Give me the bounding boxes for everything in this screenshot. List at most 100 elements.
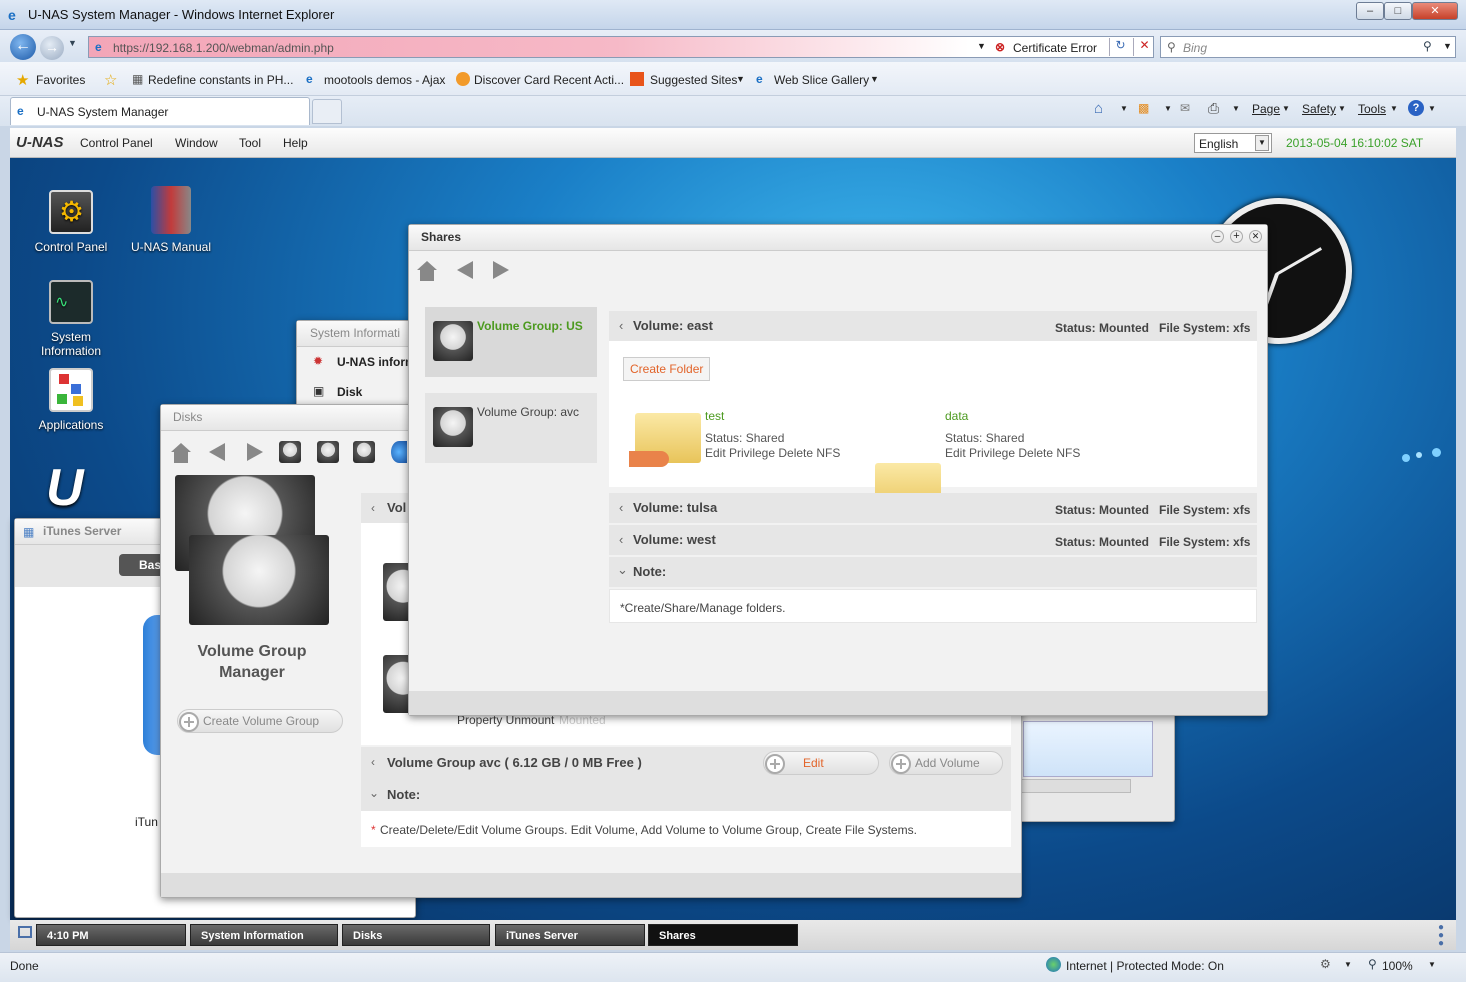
home-icon[interactable] xyxy=(171,443,191,463)
disk-icon[interactable] xyxy=(353,441,375,463)
minimize-icon[interactable]: – xyxy=(1211,230,1224,243)
search-icon[interactable]: ⚲ xyxy=(1423,39,1432,53)
tab-unas[interactable]: e U-NAS System Manager xyxy=(10,97,310,125)
url-field[interactable]: e https://192.168.1.200/webman/admin.php… xyxy=(88,36,1154,58)
security-zone[interactable]: Internet | Protected Mode: On xyxy=(1066,959,1224,973)
maximize-icon[interactable]: + xyxy=(1230,230,1243,243)
disk-icon[interactable] xyxy=(279,441,301,463)
volume-tulsa-row[interactable]: ‹ Volume: tulsa Status: Mounted File Sys… xyxy=(609,493,1257,523)
zoom-level[interactable]: 100% xyxy=(1382,959,1413,973)
fav-item-redefine[interactable]: Redefine constants in PH... xyxy=(148,73,293,87)
search-field[interactable]: ⚲ Bing ⚲ ▼ xyxy=(1160,36,1456,58)
chevron-down-icon: ⌄ xyxy=(369,786,380,800)
help-icon[interactable]: ? xyxy=(1408,100,1424,116)
disk-icon[interactable] xyxy=(317,441,339,463)
fav-item-mootools[interactable]: mootools demos - Ajax xyxy=(324,73,445,87)
page-menu[interactable]: Page xyxy=(1252,102,1280,116)
language-select[interactable]: English ▼ xyxy=(1194,133,1272,153)
chevron-down-icon: ▼ xyxy=(1338,104,1346,113)
chevron-down-icon[interactable]: ▼ xyxy=(1428,960,1436,969)
folder-name[interactable]: test xyxy=(705,409,724,423)
forward-icon[interactable] xyxy=(247,443,263,461)
taskbar-disks[interactable]: Disks xyxy=(342,924,490,946)
menu-help[interactable]: Help xyxy=(283,136,308,150)
desktop-icon-system-information[interactable]: ∿ System Information xyxy=(26,280,116,358)
chevron-down-icon[interactable]: ▼ xyxy=(870,74,879,84)
close-window-button[interactable]: ✕ xyxy=(1412,2,1458,20)
url-text: https://192.168.1.200/webman/admin.php xyxy=(113,41,334,55)
volume-group-avc-item[interactable]: Volume Group: avc xyxy=(425,393,597,463)
folder-name[interactable]: data xyxy=(945,409,968,423)
close-icon[interactable]: ✕ xyxy=(1249,230,1262,243)
shares-note-row[interactable]: ⌄ Note: xyxy=(609,557,1257,587)
globe-icon[interactable] xyxy=(391,441,407,463)
menu-tool[interactable]: Tool xyxy=(239,136,261,150)
chevron-down-icon[interactable]: ▼ xyxy=(736,74,745,84)
taskbar-system-information[interactable]: System Information xyxy=(190,924,338,946)
forward-button[interactable]: → xyxy=(40,36,64,60)
volume-group-manager-art xyxy=(169,475,355,635)
menu-control-panel[interactable]: Control Panel xyxy=(80,136,153,150)
folder-icon[interactable] xyxy=(629,413,701,467)
forward-icon[interactable] xyxy=(493,261,509,279)
url-dropdown-icon[interactable]: ▼ xyxy=(977,41,986,51)
volume-east-row[interactable]: ‹ Volume: east Status: Mounted File Syst… xyxy=(609,311,1257,341)
stop-icon[interactable]: ✕ xyxy=(1133,38,1155,56)
taskbar-menu-icon[interactable]: ● ● ● xyxy=(1438,923,1444,949)
chevron-down-icon[interactable]: ▼ xyxy=(1164,104,1172,113)
sysinfo-item-disk[interactable]: Disk xyxy=(337,385,362,399)
search-dropdown-icon[interactable]: ▼ xyxy=(1443,41,1452,51)
safety-menu[interactable]: Safety xyxy=(1302,102,1336,116)
refresh-icon[interactable]: ↻ xyxy=(1109,38,1131,56)
search-placeholder: Bing xyxy=(1183,41,1208,55)
back-button[interactable]: ← xyxy=(10,34,36,60)
home-icon[interactable] xyxy=(417,261,437,281)
certificate-error-button[interactable]: Certificate Error xyxy=(1013,41,1097,55)
tools-menu[interactable]: Tools xyxy=(1358,102,1386,116)
chevron-down-icon[interactable]: ▼ xyxy=(1255,135,1269,151)
chevron-down-icon[interactable]: ▼ xyxy=(1120,104,1128,113)
feeds-icon[interactable]: ▩ xyxy=(1138,101,1149,115)
history-dropdown-icon[interactable]: ▼ xyxy=(68,38,77,48)
desktop-icon-control-panel[interactable]: ⚙ Control Panel xyxy=(26,190,116,254)
mail-icon[interactable]: ✉ xyxy=(1180,101,1190,115)
window-title[interactable]: Shares xyxy=(409,225,1267,251)
desktop-icon-applications[interactable]: Applications xyxy=(26,368,116,432)
add-volume-button[interactable]: Add Volume xyxy=(889,751,1003,775)
create-volume-group-button[interactable]: Create Volume Group xyxy=(177,709,343,733)
volume-group-us-item[interactable]: Volume Group: US xyxy=(425,307,597,377)
home-icon[interactable]: ⌂ xyxy=(1094,100,1103,117)
fav-item-webslice[interactable]: Web Slice Gallery xyxy=(774,73,869,87)
zoom-icon[interactable]: ⚲ xyxy=(1368,957,1377,971)
favorites-button[interactable]: Favorites xyxy=(36,73,85,87)
chevron-down-icon[interactable]: ▼ xyxy=(1428,104,1436,113)
add-favorite-icon[interactable]: ☆ xyxy=(104,71,117,89)
back-icon[interactable] xyxy=(457,261,473,279)
print-icon[interactable]: ⎙ xyxy=(1208,100,1219,117)
folder-actions[interactable]: Edit Privilege Delete NFS xyxy=(945,446,1080,460)
back-icon[interactable] xyxy=(209,443,225,461)
show-desktop-icon[interactable] xyxy=(18,926,32,938)
create-folder-button[interactable]: Create Folder xyxy=(623,357,711,381)
taskbar-itunes-server[interactable]: iTunes Server xyxy=(495,924,645,946)
minimize-button[interactable]: – xyxy=(1356,2,1384,20)
shares-note-panel: *Create/Share/Manage folders. xyxy=(609,589,1257,623)
edit-volume-group-button[interactable]: Edit xyxy=(763,751,879,775)
desktop-icon-unas-manual[interactable]: U-NAS Manual xyxy=(126,186,216,254)
protected-mode-icon[interactable]: ⚙ xyxy=(1320,957,1331,971)
maximize-button[interactable]: □ xyxy=(1384,2,1412,20)
disks-note-row[interactable]: ⌄ Note: xyxy=(361,779,1011,811)
horizontal-scrollbar[interactable] xyxy=(1009,779,1131,793)
fav-item-discover[interactable]: Discover Card Recent Acti... xyxy=(474,73,624,87)
window-title[interactable]: System Informati xyxy=(297,321,425,347)
taskbar-shares[interactable]: Shares xyxy=(648,924,798,946)
menu-window[interactable]: Window xyxy=(175,136,218,150)
volume-west-row[interactable]: ‹ Volume: west Status: Mounted File Syst… xyxy=(609,525,1257,555)
chevron-down-icon[interactable]: ▼ xyxy=(1344,960,1352,969)
new-tab-button[interactable] xyxy=(312,99,342,124)
sysinfo-item-unas[interactable]: U-NAS inform xyxy=(337,355,416,369)
fav-item-suggested[interactable]: Suggested Sites xyxy=(650,73,737,87)
chevron-down-icon[interactable]: ▼ xyxy=(1232,104,1240,113)
folder-actions[interactable]: Edit Privilege Delete NFS xyxy=(705,446,840,460)
volume-group-avc-row[interactable]: ‹ Volume Group avc ( 6.12 GB / 0 MB Free… xyxy=(361,747,1011,779)
